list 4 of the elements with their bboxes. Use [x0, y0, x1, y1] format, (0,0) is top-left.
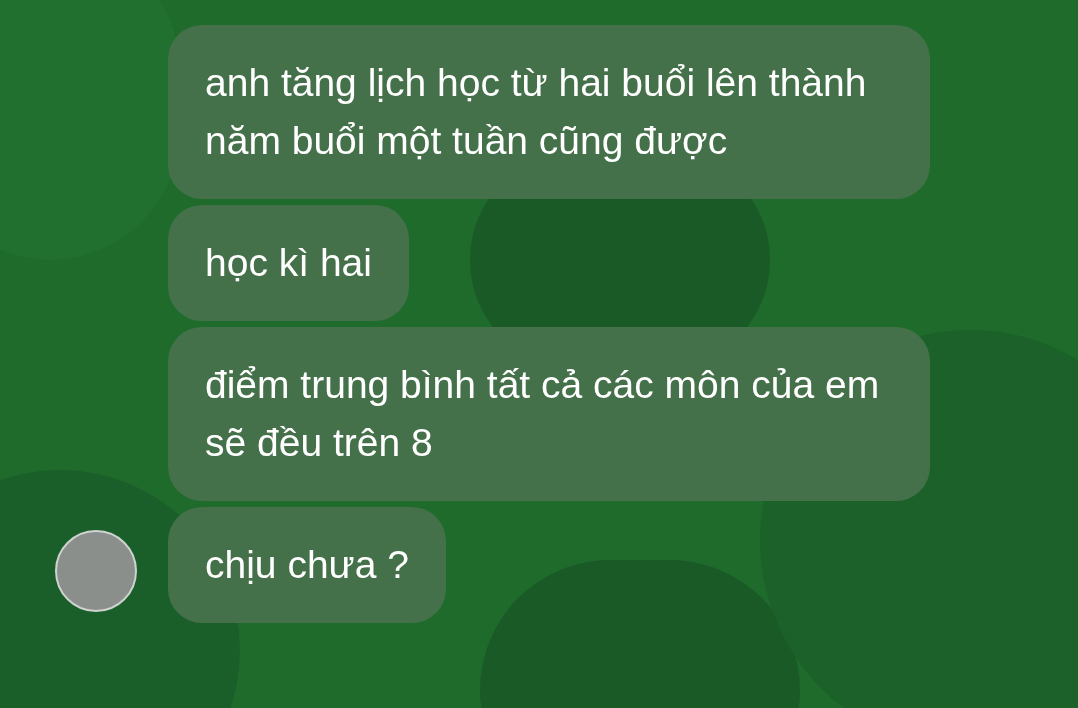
message-bubble: chịu chưa ? [168, 507, 446, 623]
message-bubble: anh tăng lịch học từ hai buổi lên thành năm buổi một tuần cũng được [168, 25, 930, 199]
message-bubble: học kì hai [168, 205, 409, 321]
message-bubble: điểm trung bình tất cả các môn của em sẽ đều trên 8 [168, 327, 930, 501]
